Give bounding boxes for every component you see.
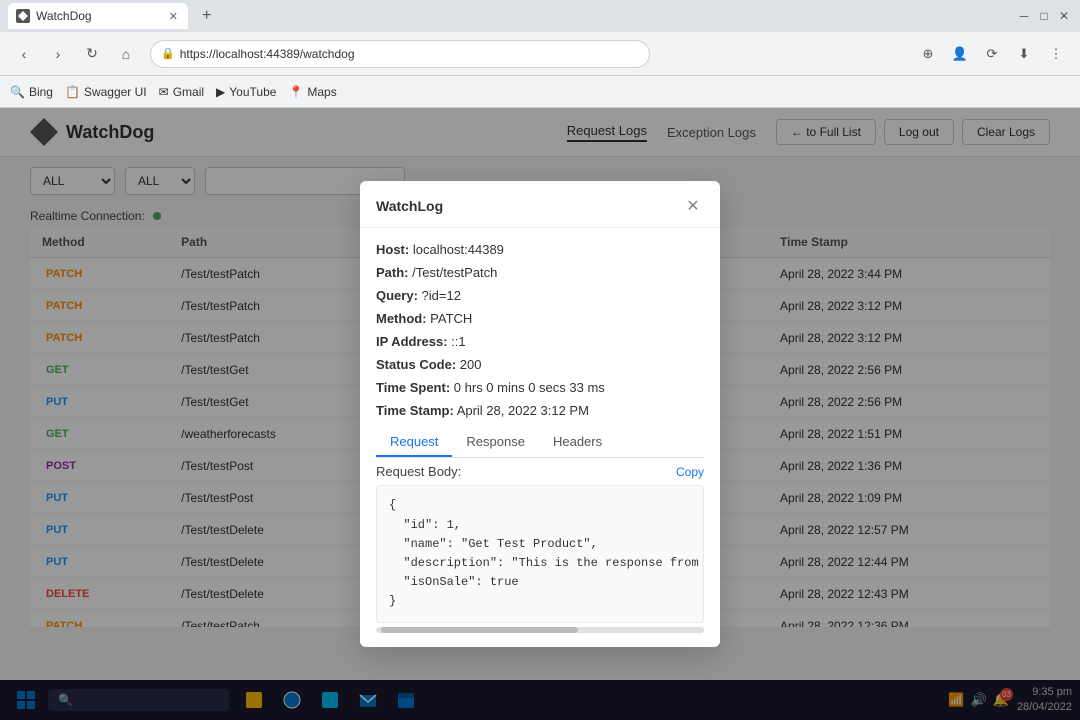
request-body-header: Request Body: Copy [376, 464, 704, 479]
scrollbar-thumb [381, 627, 578, 633]
maximize-btn[interactable]: □ [1036, 8, 1052, 24]
bookmark-bing[interactable]: 🔍 Bing [10, 85, 53, 99]
method-row: Method: PATCH [376, 311, 704, 326]
profile-icon[interactable]: 👤 [946, 40, 974, 68]
tab-title: WatchDog [36, 9, 92, 23]
query-value: ?id=12 [422, 288, 461, 303]
url-text: https://localhost:44389/watchdog [180, 47, 355, 61]
window-controls: ─ □ ✕ [1016, 8, 1072, 24]
bookmark-maps[interactable]: 📍 Maps [288, 85, 336, 99]
request-body-label: Request Body: [376, 464, 461, 479]
modal-title: WatchLog [376, 198, 443, 214]
modal-tabs: Request Response Headers [376, 428, 704, 458]
bookmark-swagger[interactable]: 📋 Swagger UI [65, 85, 147, 99]
tab-response[interactable]: Response [452, 428, 539, 457]
method-label: Method: [376, 311, 427, 326]
tab-favicon [16, 9, 30, 23]
modal-overlay[interactable]: WatchLog ✕ Host: localhost:44389 Path: /… [0, 108, 1080, 720]
host-row: Host: localhost:44389 [376, 242, 704, 257]
host-value: localhost:44389 [413, 242, 504, 257]
lock-icon: 🔒 [161, 47, 175, 60]
timestamp-row: Time Stamp: April 28, 2022 3:12 PM [376, 403, 704, 418]
address-bar[interactable]: 🔒 https://localhost:44389/watchdog [150, 40, 650, 68]
minimize-btn[interactable]: ─ [1016, 8, 1032, 24]
close-btn[interactable]: ✕ [1056, 8, 1072, 24]
swagger-icon: 📋 [65, 85, 80, 99]
menu-icon[interactable]: ⋮ [1042, 40, 1070, 68]
gmail-icon: ✉ [159, 85, 169, 99]
watchlog-modal: WatchLog ✕ Host: localhost:44389 Path: /… [360, 181, 720, 646]
history-icon[interactable]: ⟳ [978, 40, 1006, 68]
time-spent-label: Time Spent: [376, 380, 450, 395]
extensions-icon[interactable]: ⊕ [914, 40, 942, 68]
path-value: /Test/testPatch [412, 265, 497, 280]
status-code-row: Status Code: 200 [376, 357, 704, 372]
browser-titlebar: WatchDog ✕ + ─ □ ✕ [0, 0, 1080, 32]
browser-tab[interactable]: WatchDog ✕ [8, 3, 188, 29]
back-button[interactable]: ‹ [10, 40, 38, 68]
horizontal-scrollbar[interactable] [376, 627, 704, 633]
tab-close-btn[interactable]: ✕ [169, 10, 178, 23]
ip-label: IP Address: [376, 334, 448, 349]
bookmark-gmail[interactable]: ✉ Gmail [159, 85, 204, 99]
home-button[interactable]: ⌂ [112, 40, 140, 68]
bing-icon: 🔍 [10, 85, 25, 99]
tab-headers[interactable]: Headers [539, 428, 616, 457]
browser-frame: WatchDog ✕ + ─ □ ✕ ‹ › ↻ ⌂ 🔒 https://loc… [0, 0, 1080, 720]
path-label: Path: [376, 265, 409, 280]
ip-row: IP Address: ::1 [376, 334, 704, 349]
host-label: Host: [376, 242, 409, 257]
new-tab-button[interactable]: + [196, 5, 217, 27]
forward-button[interactable]: › [44, 40, 72, 68]
modal-close-button[interactable]: ✕ [682, 195, 704, 217]
tab-request[interactable]: Request [376, 428, 452, 457]
timestamp-label: Time Stamp: [376, 403, 454, 418]
page-content: WatchDog Request Logs Exception Logs ← t… [0, 108, 1080, 720]
modal-body: Host: localhost:44389 Path: /Test/testPa… [360, 228, 720, 646]
ip-value: ::1 [451, 334, 465, 349]
time-spent-row: Time Spent: 0 hrs 0 mins 0 secs 33 ms [376, 380, 704, 395]
status-code-value: 200 [460, 357, 482, 372]
query-row: Query: ?id=12 [376, 288, 704, 303]
code-block: { "id": 1, "name": "Get Test Product", "… [376, 485, 704, 622]
time-spent-value: 0 hrs 0 mins 0 secs 33 ms [454, 380, 605, 395]
modal-header: WatchLog ✕ [360, 181, 720, 228]
bookmarks-bar: 🔍 Bing 📋 Swagger UI ✉ Gmail ▶ YouTube 📍 … [0, 76, 1080, 108]
bookmark-youtube[interactable]: ▶ YouTube [216, 85, 276, 99]
youtube-icon: ▶ [216, 85, 225, 99]
downloads-icon[interactable]: ⬇ [1010, 40, 1038, 68]
path-row: Path: /Test/testPatch [376, 265, 704, 280]
query-label: Query: [376, 288, 418, 303]
method-value: PATCH [430, 311, 472, 326]
copy-button[interactable]: Copy [676, 465, 704, 479]
timestamp-value: April 28, 2022 3:12 PM [457, 403, 589, 418]
status-code-label: Status Code: [376, 357, 456, 372]
browser-toolbar: ‹ › ↻ ⌂ 🔒 https://localhost:44389/watchd… [0, 32, 1080, 76]
refresh-button[interactable]: ↻ [78, 40, 106, 68]
toolbar-actions: ⊕ 👤 ⟳ ⬇ ⋮ [914, 40, 1070, 68]
maps-icon: 📍 [288, 85, 303, 99]
